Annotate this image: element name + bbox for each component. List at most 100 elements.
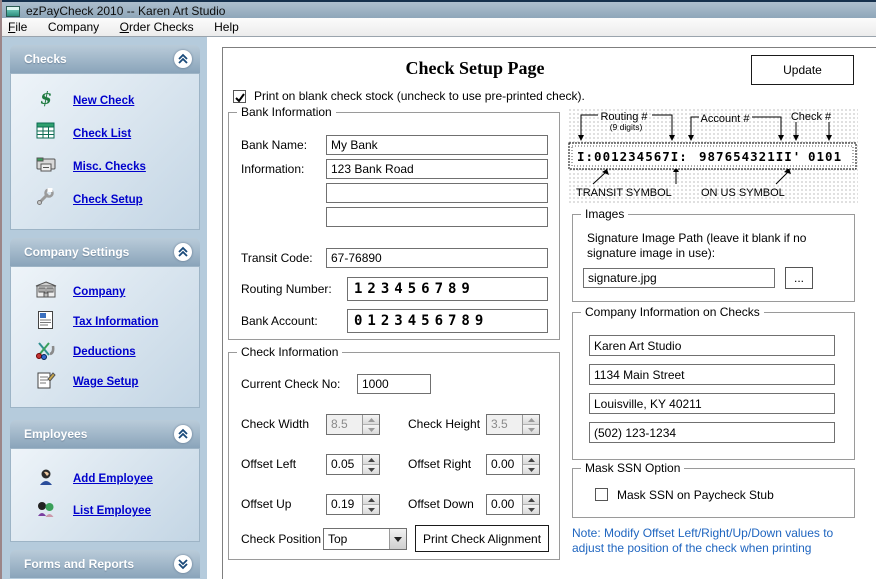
- bank-information-input-1[interactable]: [326, 159, 548, 179]
- page-title: Check Setup Page: [330, 58, 620, 79]
- sidebar-item-tax-information[interactable]: Tax Information: [11, 307, 199, 337]
- update-button[interactable]: Update: [751, 55, 854, 85]
- on-us-symbol-label: ON US SYMBOL: [701, 187, 785, 199]
- company-name-input[interactable]: [589, 335, 835, 356]
- sidebar-item-new-check[interactable]: $ New Check: [11, 84, 199, 117]
- sidebar-section-employees-header[interactable]: Employees: [10, 420, 200, 448]
- micr-account-text: 987654321II': [699, 149, 801, 164]
- offset-down-label: Offset Down: [408, 497, 474, 511]
- check-information-groupbox: Check Information Current Check No: Chec…: [228, 352, 560, 560]
- spin-up-icon: [523, 415, 539, 425]
- spin-down-icon[interactable]: [363, 465, 379, 474]
- print-blank-stock-checkbox[interactable]: [233, 90, 246, 103]
- transit-code-label: Transit Code:: [241, 251, 313, 265]
- tax-information-icon: [31, 310, 61, 335]
- spin-up-icon[interactable]: [363, 455, 379, 465]
- current-check-no-label: Current Check No:: [241, 377, 340, 391]
- chevron-up-icon[interactable]: [174, 425, 192, 443]
- sidebar-item-deductions[interactable]: Deductions: [11, 337, 199, 367]
- transit-code-input[interactable]: [326, 248, 548, 268]
- spin-up-icon[interactable]: [523, 455, 539, 465]
- sidebar-item-label: Tax Information: [73, 316, 158, 328]
- app-icon: [6, 6, 20, 17]
- signature-path-input[interactable]: [583, 268, 775, 288]
- micr-check-number-text: 0101: [808, 149, 842, 164]
- sidebar-item-misc-checks[interactable]: Misc. Checks: [11, 150, 199, 183]
- offset-right-stepper[interactable]: 0.00: [486, 454, 540, 475]
- bank-information-input-3[interactable]: [326, 207, 548, 227]
- company-city-input[interactable]: [589, 393, 835, 414]
- bank-information-input-2[interactable]: [326, 183, 548, 203]
- spin-down-icon: [523, 425, 539, 434]
- stepper-value: 3.5: [487, 415, 522, 434]
- routing-digits-note: (9 digits): [610, 122, 643, 132]
- app-window: ezPayCheck 2010 -- Karen Art Studio File…: [0, 0, 876, 579]
- sidebar-section-checks-header[interactable]: Checks: [10, 45, 200, 73]
- offset-left-label: Offset Left: [241, 457, 296, 471]
- chevron-up-icon[interactable]: [174, 243, 192, 261]
- routing-number-input[interactable]: 123456789: [347, 277, 548, 301]
- chevron-down-icon[interactable]: [174, 555, 192, 573]
- spin-down-icon[interactable]: [523, 465, 539, 474]
- current-check-no-input[interactable]: [357, 374, 431, 394]
- select-value: Top: [324, 532, 389, 546]
- mask-ssn-groupbox: Mask SSN Option Mask SSN on Paycheck Stu…: [572, 468, 855, 518]
- menu-help[interactable]: Help: [206, 18, 247, 36]
- mask-ssn-label: Mask SSN on Paycheck Stub: [617, 488, 774, 502]
- list-employee-icon: [31, 500, 61, 523]
- bank-name-input[interactable]: [326, 135, 548, 155]
- menu-company[interactable]: Company: [40, 18, 107, 36]
- section-title: Checks: [24, 52, 67, 66]
- stepper-value: 0.00: [487, 495, 522, 514]
- spin-down-icon[interactable]: [523, 505, 539, 514]
- bank-account-label: Bank Account:: [241, 314, 318, 328]
- sidebar-item-check-setup[interactable]: Check Setup: [11, 183, 199, 216]
- company-phone-input[interactable]: [589, 422, 835, 443]
- stepper-value: 0.19: [327, 495, 362, 514]
- groupbox-legend: Check Information: [237, 345, 342, 359]
- sidebar-item-label: Wage Setup: [73, 376, 138, 388]
- offset-down-stepper[interactable]: 0.00: [486, 494, 540, 515]
- micr-routing-text: I:001234567I:: [577, 149, 688, 164]
- bank-name-label: Bank Name:: [241, 138, 307, 152]
- spin-down-icon[interactable]: [363, 505, 379, 514]
- window-edge: [0, 0, 2, 579]
- company-street-input[interactable]: [589, 364, 835, 385]
- title-bar: ezPayCheck 2010 -- Karen Art Studio: [0, 0, 876, 18]
- window-title: ezPayCheck 2010 -- Karen Art Studio: [26, 4, 225, 18]
- sidebar-item-label: Company: [73, 286, 125, 298]
- mask-ssn-checkbox[interactable]: [595, 488, 608, 501]
- offset-left-stepper[interactable]: 0.05: [326, 454, 380, 475]
- section-title: Company Settings: [24, 245, 129, 259]
- sidebar-item-check-list[interactable]: Check List: [11, 117, 199, 150]
- spin-up-icon[interactable]: [523, 495, 539, 505]
- sidebar-item-add-employee[interactable]: Add Employee: [11, 463, 199, 495]
- sidebar-item-wage-setup[interactable]: Wage Setup: [11, 367, 199, 397]
- check-position-select[interactable]: Top: [323, 528, 407, 550]
- svg-text:$: $: [40, 89, 52, 108]
- spin-up-icon[interactable]: [363, 495, 379, 505]
- chevron-down-icon[interactable]: [389, 529, 406, 549]
- misc-checks-icon: [31, 155, 61, 178]
- offset-up-stepper[interactable]: 0.19: [326, 494, 380, 515]
- section-title: Forms and Reports: [24, 557, 134, 571]
- sidebar-item-company[interactable]: Company: [11, 277, 199, 307]
- print-check-alignment-button[interactable]: Print Check Alignment: [415, 525, 549, 552]
- check-height-label: Check Height: [408, 417, 480, 431]
- sidebar-item-label: List Employee: [73, 505, 151, 517]
- bank-account-input[interactable]: 0123456789: [347, 309, 548, 333]
- sidebar-item-list-employee[interactable]: List Employee: [11, 495, 199, 527]
- menu-file[interactable]: File: [0, 18, 35, 36]
- chevron-up-icon[interactable]: [174, 50, 192, 68]
- sidebar-section-company-settings-header[interactable]: Company Settings: [10, 238, 200, 266]
- stepper-value: 0.00: [487, 455, 522, 474]
- sidebar-item-label: New Check: [73, 95, 134, 107]
- browse-button[interactable]: ...: [785, 267, 813, 289]
- section-title: Employees: [24, 427, 87, 441]
- check-list-icon: [31, 122, 61, 145]
- groupbox-legend: Company Information on Checks: [581, 305, 764, 319]
- menu-order-checks[interactable]: Order Checks: [112, 18, 202, 36]
- sidebar-section-forms-and-reports-header[interactable]: Forms and Reports: [10, 550, 200, 578]
- check-position-label: Check Position: [241, 532, 321, 546]
- sidebar-item-label: Check List: [73, 128, 131, 140]
